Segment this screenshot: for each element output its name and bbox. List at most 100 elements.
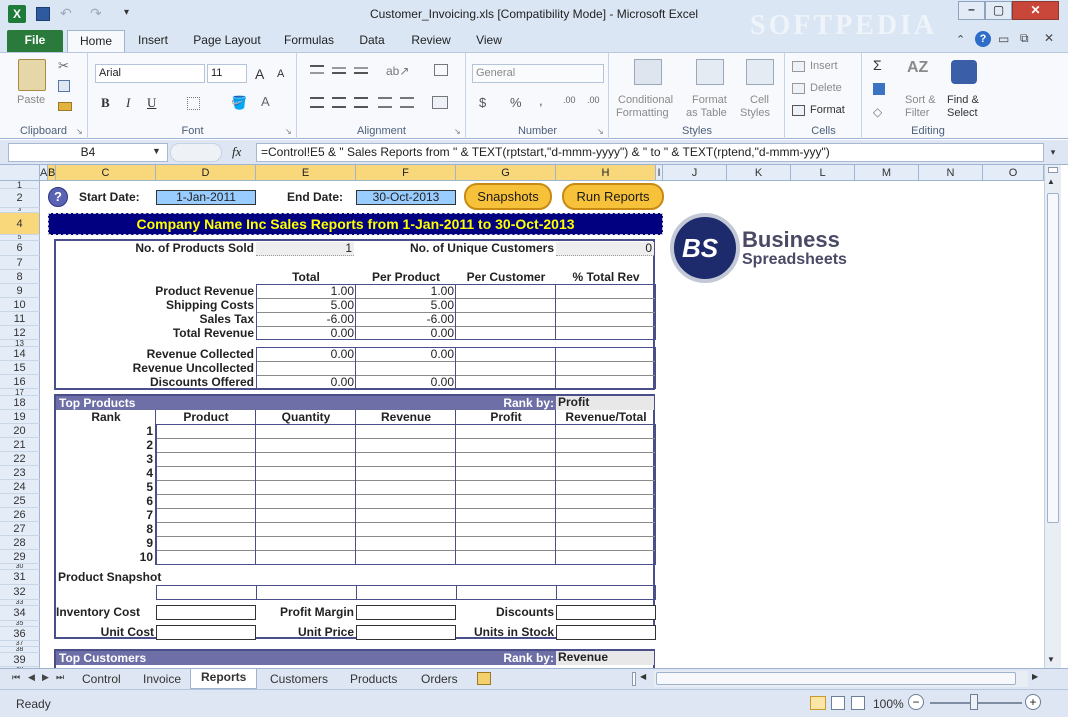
rank-by-products-select[interactable]: Profit xyxy=(556,396,654,410)
ribbon-minimize-icon[interactable]: ⌃ xyxy=(956,33,965,46)
format-painter-icon[interactable] xyxy=(58,102,72,111)
column-header-l[interactable]: L xyxy=(791,165,855,181)
underline-button[interactable]: U xyxy=(147,95,156,111)
row-header[interactable]: 4 xyxy=(0,213,40,235)
sort-filter-icon[interactable]: AZ xyxy=(907,59,928,77)
row-header[interactable]: 28 xyxy=(0,536,40,550)
cell-styles-button-l1[interactable]: Cell xyxy=(750,94,769,106)
row-header[interactable]: 13 xyxy=(0,340,40,347)
increase-decimal-button[interactable]: .00 xyxy=(563,95,576,105)
align-left-icon[interactable] xyxy=(310,97,324,108)
find-select-button-l2[interactable]: Select xyxy=(947,107,978,119)
tab-formulas[interactable]: Formulas xyxy=(278,30,340,52)
vertical-scrollbar[interactable]: ▲ ▼ xyxy=(1044,165,1061,668)
format-as-table-button-l2[interactable]: as Table xyxy=(686,107,727,119)
font-launcher-icon[interactable]: ↘ xyxy=(285,127,292,136)
decrease-decimal-button[interactable]: .00 xyxy=(587,95,600,105)
help-icon[interactable]: ? xyxy=(975,31,991,47)
row-header[interactable]: 24 xyxy=(0,480,40,494)
sheet-tab-reports[interactable]: Reports xyxy=(190,669,258,689)
insert-cells-button[interactable]: Insert xyxy=(810,60,838,72)
column-header-b[interactable]: B xyxy=(48,165,56,181)
row-header[interactable]: 9 xyxy=(0,284,40,298)
select-all-corner[interactable] xyxy=(0,165,40,181)
row-header[interactable]: 20 xyxy=(0,424,40,438)
row-header[interactable]: 25 xyxy=(0,494,40,508)
column-header-d[interactable]: D xyxy=(156,165,256,181)
bold-button[interactable]: B xyxy=(101,95,110,111)
row-header[interactable]: 36 xyxy=(0,627,40,641)
zoom-level[interactable]: 100% xyxy=(873,697,904,711)
workbook-restore-icon[interactable]: ⧉ xyxy=(1020,31,1029,46)
column-header-f[interactable]: F xyxy=(356,165,456,181)
row-header[interactable]: 15 xyxy=(0,361,40,375)
italic-button[interactable]: I xyxy=(126,95,130,111)
tab-review[interactable]: Review xyxy=(404,30,458,52)
decrease-indent-icon[interactable] xyxy=(378,97,392,108)
find-select-button-l1[interactable]: Find & xyxy=(947,94,979,106)
alignment-launcher-icon[interactable]: ↘ xyxy=(454,127,461,136)
cell-styles-button-l2[interactable]: Styles xyxy=(740,107,770,119)
sheet-tab-orders[interactable]: Orders xyxy=(411,671,468,689)
conditional-formatting-button-l1[interactable]: Conditional xyxy=(618,94,673,106)
discounts-field[interactable] xyxy=(556,605,656,620)
zoom-slider-thumb[interactable] xyxy=(970,694,978,710)
scroll-thumb[interactable] xyxy=(1047,193,1059,523)
borders-icon[interactable] xyxy=(187,97,200,110)
expand-formula-bar-icon[interactable]: ▾ xyxy=(1046,143,1060,162)
first-sheet-icon[interactable]: ⏮ xyxy=(12,672,20,683)
column-header-j[interactable]: J xyxy=(663,165,727,181)
clipboard-launcher-icon[interactable]: ↘ xyxy=(76,127,83,136)
column-header-a[interactable]: A xyxy=(40,165,48,181)
workbook-minimize-icon[interactable]: ▭ xyxy=(998,32,1009,46)
inventory-cost-field[interactable] xyxy=(156,605,256,620)
close-button[interactable]: ✕ xyxy=(1012,1,1059,20)
tab-view[interactable]: View xyxy=(466,30,512,52)
paste-button[interactable]: Paste xyxy=(17,94,45,106)
row-header[interactable]: 34 xyxy=(0,606,40,621)
font-size-combo[interactable]: 11 xyxy=(207,64,247,83)
row-header[interactable]: 12 xyxy=(0,326,40,340)
report-banner-text[interactable]: Company Name Inc Sales Reports from 1-Ja… xyxy=(48,216,663,232)
row-header[interactable]: 23 xyxy=(0,466,40,480)
zoom-in-icon[interactable]: + xyxy=(1025,694,1041,710)
tab-home[interactable]: Home xyxy=(67,30,125,52)
comma-button[interactable]: , xyxy=(539,93,543,108)
copy-icon[interactable] xyxy=(58,80,70,92)
orientation-icon[interactable]: ab↗ xyxy=(386,64,409,78)
delete-cells-button[interactable]: Delete xyxy=(810,82,842,94)
last-sheet-icon[interactable]: ⏭ xyxy=(56,672,64,683)
row-header[interactable]: 7 xyxy=(0,256,40,270)
column-header-c[interactable]: C xyxy=(56,165,156,181)
sort-filter-button-l2[interactable]: Filter xyxy=(905,107,929,119)
row-header[interactable]: 21 xyxy=(0,438,40,452)
currency-button[interactable]: $ xyxy=(479,95,486,110)
grow-font-button[interactable]: A xyxy=(255,66,264,82)
zoom-out-icon[interactable]: − xyxy=(908,694,924,710)
align-bottom-icon[interactable] xyxy=(354,67,368,74)
help-question-button[interactable]: ? xyxy=(48,187,68,207)
sort-filter-button-l1[interactable]: Sort & xyxy=(905,94,936,106)
clear-icon[interactable]: ◇ xyxy=(873,105,882,119)
fill-icon[interactable] xyxy=(873,83,885,95)
row-header[interactable]: 31 xyxy=(0,570,40,585)
sheet-tab-customers[interactable]: Customers xyxy=(260,671,338,689)
cut-icon[interactable]: ✂ xyxy=(58,58,69,74)
cell-styles-icon[interactable] xyxy=(746,59,774,85)
page-layout-view-icon[interactable] xyxy=(831,696,845,710)
name-box[interactable]: B4 xyxy=(8,143,168,162)
format-cells-button[interactable]: Format xyxy=(810,104,845,116)
insert-cells-icon[interactable] xyxy=(792,61,805,72)
row-header[interactable]: 6 xyxy=(0,241,40,256)
number-format-combo[interactable]: General xyxy=(472,64,604,83)
split-box-icon[interactable] xyxy=(1048,167,1058,173)
row-header[interactable]: 39 xyxy=(0,653,40,667)
format-cells-icon[interactable] xyxy=(792,105,805,116)
hscroll-right-icon[interactable]: ▶ xyxy=(1032,672,1038,681)
merge-center-icon[interactable] xyxy=(432,96,448,109)
name-box-dropdown-icon[interactable]: ▼ xyxy=(152,146,161,156)
row-header[interactable]: 11 xyxy=(0,312,40,326)
row-header[interactable]: 10 xyxy=(0,298,40,312)
next-sheet-icon[interactable]: ▶ xyxy=(42,672,49,683)
insert-sheet-icon[interactable] xyxy=(477,672,491,685)
